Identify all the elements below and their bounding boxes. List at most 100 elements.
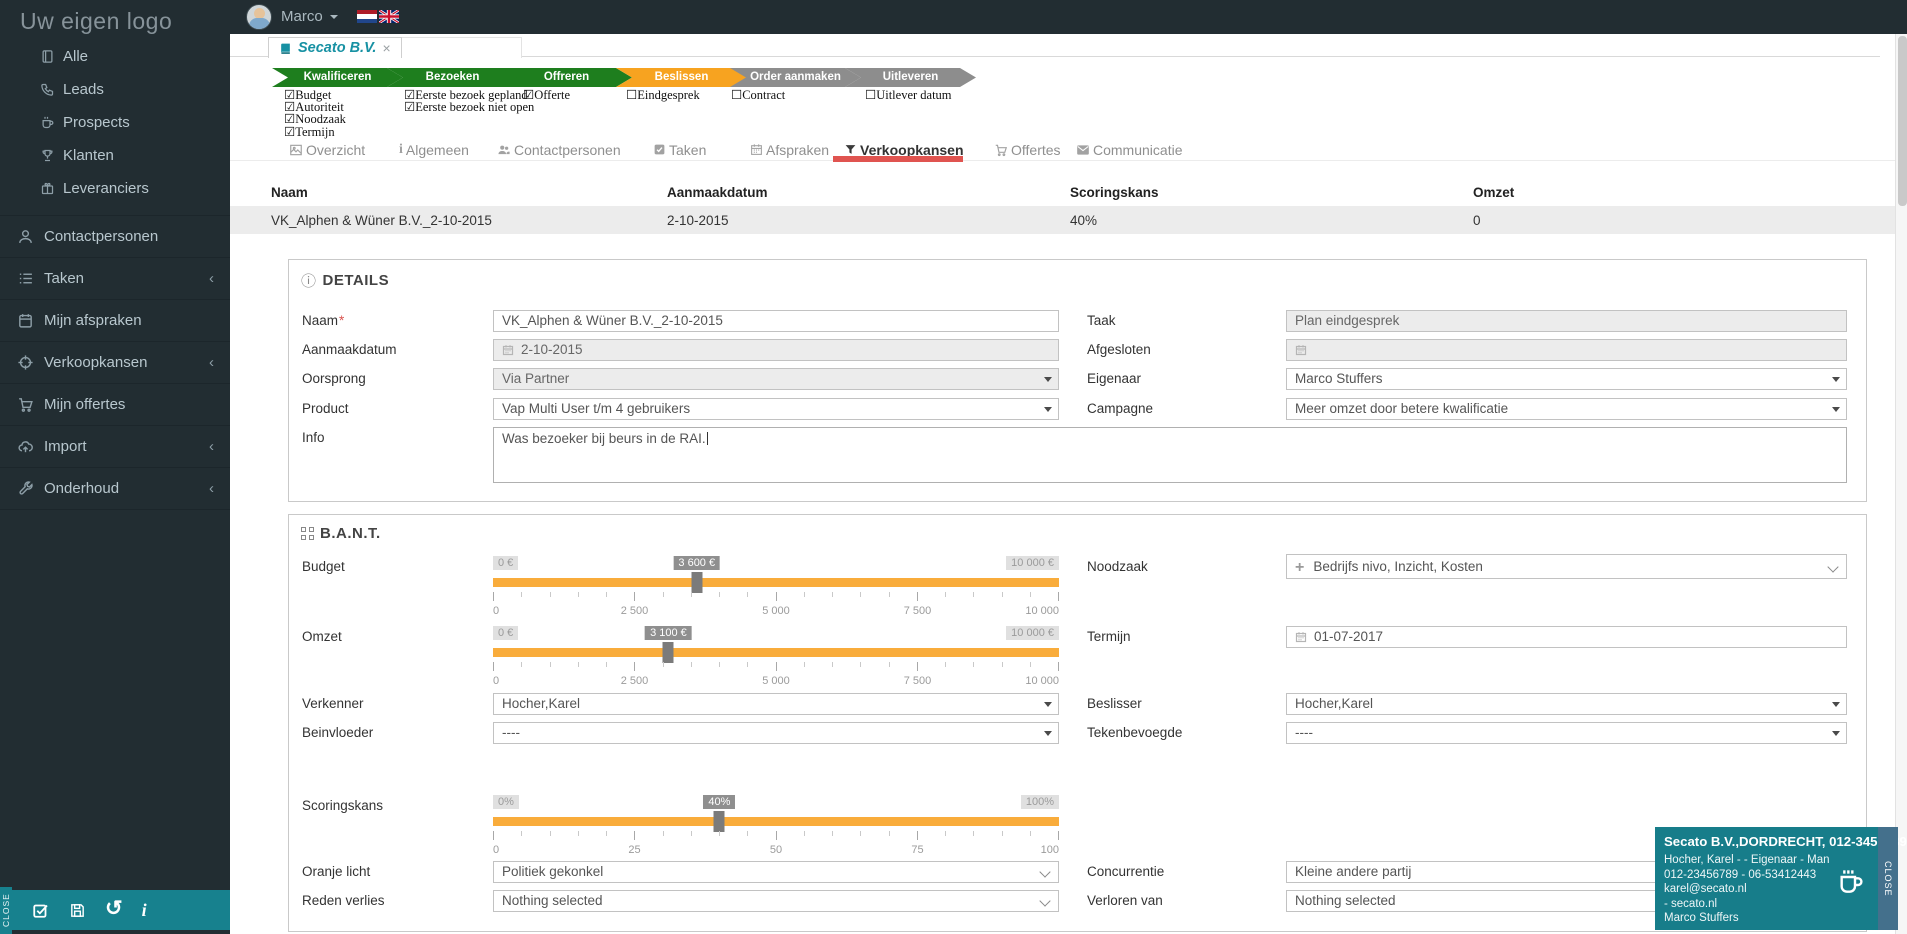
save-icon[interactable]: [69, 902, 86, 919]
check-square-icon[interactable]: [32, 901, 50, 919]
plus-icon[interactable]: +: [1295, 559, 1304, 576]
tab-algemeen[interactable]: i Algemeen: [399, 142, 469, 158]
undo-icon[interactable]: ↺: [105, 898, 123, 919]
select-arrow-icon: [1044, 407, 1052, 412]
contact-popup-title: Secato B.V.,DORDRECHT, 012-3456789: [1664, 834, 1907, 849]
naam-input[interactable]: VK_Alphen & Wüner B.V._2-10-2015: [493, 310, 1059, 332]
sidebar-item-leveranciers[interactable]: Leveranciers: [0, 172, 230, 205]
chevron-down-icon[interactable]: [330, 15, 338, 19]
field-label-eigenaar: Eigenaar: [1087, 371, 1142, 386]
column-header-scoringskans: Scoringskans: [1070, 185, 1159, 200]
field-label-afgesloten: Afgesloten: [1087, 342, 1151, 357]
campagne-select[interactable]: Meer omzet door betere kwalificatie: [1286, 398, 1847, 420]
info-textarea[interactable]: Was bezoeker bij beurs in de RAI.: [493, 427, 1847, 483]
close-icon[interactable]: ×: [382, 40, 390, 56]
app-logo[interactable]: Uw eigen logo: [0, 0, 230, 40]
popup-close-tab[interactable]: CLOSE: [1878, 827, 1898, 930]
slider-min-badge: 0%: [493, 795, 519, 809]
trophy-icon: [42, 149, 53, 162]
eigenaar-select[interactable]: Marco Stuffers: [1286, 368, 1847, 390]
checkbox-termijn[interactable]: ☑Termijn: [284, 125, 346, 138]
chevron-left-icon: ‹: [209, 270, 214, 287]
calendar-icon: [1295, 632, 1307, 643]
slider-track[interactable]: [493, 572, 1059, 593]
noodzaak-multiselect[interactable]: + Bedrijfs nivo, Inzicht, Kosten: [1286, 554, 1847, 579]
sidebar-item-mijn-offertes[interactable]: Mijn offertes: [0, 383, 230, 425]
sidebar-item-alle[interactable]: Alle: [0, 40, 230, 73]
checkbox-eindgesprek[interactable]: ☐Eindgesprek: [626, 89, 700, 102]
tab-taken[interactable]: Taken: [653, 142, 706, 158]
pipeline-stage-offreren[interactable]: Offreren: [501, 68, 632, 87]
pipeline-stage-uitleveren[interactable]: Uitleveren: [845, 68, 976, 87]
sidebar-item-import[interactable]: Import ‹: [0, 425, 230, 467]
calendar-icon: [19, 314, 32, 328]
sidebar-item-taken[interactable]: Taken ‹: [0, 257, 230, 299]
slider-ticks: [493, 592, 1059, 602]
slider-handle[interactable]: [691, 572, 703, 593]
tab-offertes[interactable]: Offertes: [994, 142, 1061, 158]
aanmaakdatum-date-input: 2-10-2015: [493, 339, 1059, 361]
vertical-scrollbar[interactable]: [1895, 34, 1907, 934]
sidebar-item-contactpersonen[interactable]: Contactpersonen: [0, 215, 230, 257]
slider-value-badge: 3 100 €: [645, 626, 692, 640]
beslisser-select[interactable]: Hocher,Karel: [1286, 693, 1847, 715]
checkbox-eerste-bezoek-niet-open[interactable]: ☑Eerste bezoek niet open: [404, 101, 534, 114]
sidebar-item-prospects[interactable]: Prospects: [0, 106, 230, 139]
field-label-aanmaakdatum: Aanmaakdatum: [302, 342, 397, 357]
tab-communicatie[interactable]: Communicatie: [1076, 142, 1182, 158]
info-icon[interactable]: i: [142, 901, 147, 919]
tekenbevoegde-select[interactable]: ----: [1286, 722, 1847, 744]
product-select[interactable]: Vap Multi User t/m 4 gebruikers: [493, 398, 1059, 420]
slider-min-badge: 0 €: [493, 626, 519, 640]
checkbox-contract[interactable]: ☐Contract: [731, 89, 785, 102]
select-arrow-icon: [1832, 407, 1840, 412]
slider-track[interactable]: [493, 642, 1059, 663]
person-icon: [19, 230, 32, 243]
calendar-icon: [751, 144, 762, 155]
reden-verlies-select[interactable]: Nothing selected: [493, 890, 1059, 912]
sidebar-group-main: Contactpersonen Taken ‹ Mijn afspraken V…: [0, 215, 230, 510]
select-arrow-icon: [1044, 702, 1052, 707]
checkbox-uitlever-datum[interactable]: ☐Uitlever datum: [865, 89, 952, 102]
book-icon: [281, 43, 290, 54]
tab-verkoopkansen[interactable]: Verkoopkansen: [844, 142, 964, 158]
oranje-licht-select[interactable]: Politiek gekonkel: [493, 861, 1059, 883]
sidebar-item-onderhoud[interactable]: Onderhoud ‹: [0, 467, 230, 510]
tab-afspraken[interactable]: Afspraken: [750, 142, 829, 158]
field-label-omzet: Omzet: [302, 629, 342, 644]
slider-handle[interactable]: [662, 642, 674, 663]
contact-popup: Secato B.V.,DORDRECHT, 012-3456789 Hoche…: [1655, 827, 1907, 930]
tab-contactpersonen[interactable]: Contactpersonen: [497, 142, 621, 158]
sidebar-item-leads[interactable]: Leads: [0, 73, 230, 106]
pipeline-stage-order-aanmaken[interactable]: Order aanmaken: [730, 68, 861, 87]
cell-naam[interactable]: VK_Alphen & Wüner B.V._2-10-2015: [271, 213, 492, 228]
empty-tab-slot: [398, 37, 522, 58]
sidebar-item-klanten[interactable]: Klanten: [0, 139, 230, 172]
checkbox-offerte[interactable]: ☑Offerte: [523, 89, 570, 102]
slider-track[interactable]: [493, 811, 1059, 832]
slider-handle[interactable]: [713, 811, 725, 832]
dutch-flag-icon[interactable]: [357, 10, 377, 23]
envelope-icon: [1077, 144, 1089, 155]
sidebar-item-mijn-afspraken[interactable]: Mijn afspraken: [0, 299, 230, 341]
user-menu[interactable]: Marco: [281, 8, 323, 25]
tab-overzicht[interactable]: Overzicht: [289, 142, 365, 158]
pipeline-stage-bezoeken[interactable]: Bezoeken: [387, 68, 518, 87]
termijn-date-input[interactable]: 01-07-2017: [1286, 626, 1847, 648]
details-panel-title: ⓘ DETAILS: [301, 272, 390, 290]
checkbox-noodzaak[interactable]: ☑Noodzaak: [284, 113, 346, 126]
pipeline-stage-kwalificeren[interactable]: Kwalificeren: [272, 68, 403, 87]
oorsprong-select[interactable]: Via Partner: [493, 368, 1059, 390]
pipeline-stage-beslissen[interactable]: Beslissen: [616, 68, 747, 87]
beinvloeder-select[interactable]: ----: [493, 722, 1059, 744]
chevron-left-icon: ‹: [209, 354, 214, 371]
field-label-oranje-licht: Oranje licht: [302, 864, 371, 879]
scrollbar-thumb[interactable]: [1897, 36, 1907, 206]
sidebar-item-verkoopkansen[interactable]: Verkoopkansen ‹: [0, 341, 230, 383]
uk-flag-icon[interactable]: [379, 10, 399, 23]
verkenner-select[interactable]: Hocher,Karel: [493, 693, 1059, 715]
field-label-reden-verlies: Reden verlies: [302, 893, 385, 908]
panel-close-tab[interactable]: CLOSE: [0, 887, 12, 934]
avatar[interactable]: [246, 4, 272, 30]
workspace-tab-secato[interactable]: Secato B.V. ×: [268, 37, 402, 58]
